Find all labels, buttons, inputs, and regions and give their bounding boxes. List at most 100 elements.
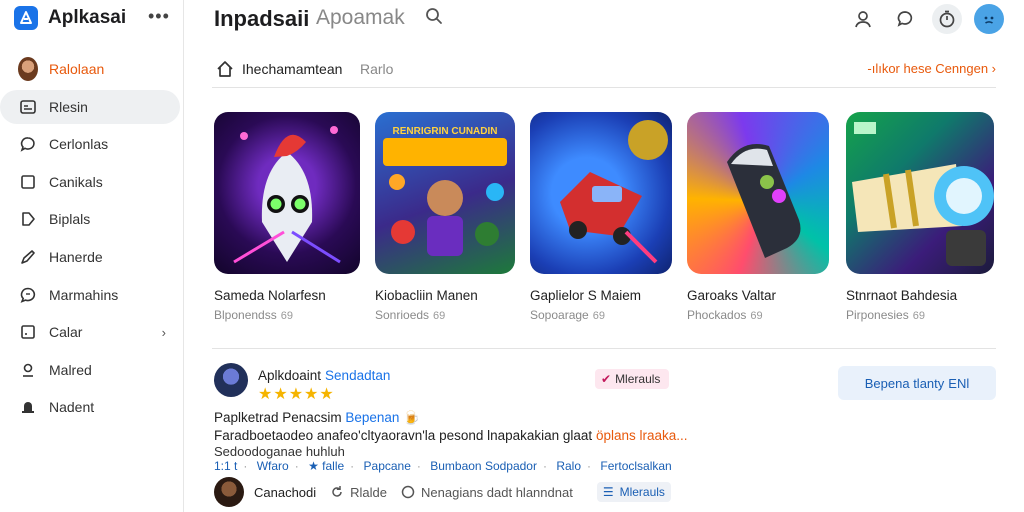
avatar[interactable]: [214, 363, 248, 397]
age-badge: 69: [433, 310, 446, 322]
app-card[interactable]: Sameda Nolarfesn Blponendss 69: [214, 112, 360, 322]
profile-avatar-icon[interactable]: [974, 4, 1004, 34]
pen-icon: [18, 247, 38, 267]
message-icon: [18, 285, 38, 305]
status-badge[interactable]: ✔ Mlerauls: [595, 369, 669, 389]
chevron-right-icon[interactable]: ›: [162, 325, 166, 340]
separator: ·: [350, 459, 355, 473]
status-badge[interactable]: ☰ Mlerauls: [596, 482, 671, 502]
timer-icon[interactable]: [932, 4, 962, 34]
sidebar-item-nadent[interactable]: Nadent: [0, 390, 180, 424]
sidebar-item-label: Nadent: [49, 399, 95, 416]
app-name: Stnrnaot Bahdesia: [846, 288, 958, 303]
app-thumbnail[interactable]: [846, 112, 994, 274]
sidebar-item-label: Cerlonlas: [49, 136, 109, 153]
refresh-icon: [332, 486, 342, 497]
app-name: Sameda Nolarfesn: [214, 288, 326, 303]
tag-link[interactable]: 1:1 t: [214, 459, 237, 473]
app-thumbnail[interactable]: [687, 112, 829, 274]
age-badge: 69: [912, 310, 925, 322]
review-body-text: Faradboetaodeo anafeo'cltyaoravn'la peso…: [214, 428, 593, 443]
sidebar-item-label: Hanerde: [49, 248, 103, 265]
review-body: Faradboetaodeo anafeo'cltyaoravn'la peso…: [214, 428, 688, 443]
window-icon: [18, 97, 38, 117]
app-card[interactable]: RENRIGRIN CUNADIN Kiobacliin Manen Sonri…: [375, 112, 515, 322]
see-more-link[interactable]: -ılıkor hese Cenngen ›: [867, 61, 996, 76]
home-icon[interactable]: [214, 58, 236, 85]
search-input[interactable]: Apoamak: [316, 6, 405, 30]
sidebar-item-rlesin[interactable]: Rlesin: [0, 89, 180, 124]
user-icon[interactable]: [848, 4, 878, 34]
avatar[interactable]: [214, 477, 244, 507]
reviewer-name-text: Aplkdoaint: [258, 368, 322, 383]
sidebar-item-calar[interactable]: Calar ›: [0, 315, 180, 349]
app-name: Garoaks Valtar: [687, 288, 777, 303]
author-name[interactable]: Canachodi: [254, 485, 316, 500]
review-title-link[interactable]: Bepenan: [345, 410, 399, 425]
tag-link[interactable]: ★ falle: [308, 459, 344, 473]
separator: ·: [542, 459, 547, 473]
tag-link[interactable]: Papcane: [364, 459, 411, 473]
tag-link[interactable]: Ralo: [556, 459, 581, 473]
sidebar-item-profile[interactable]: Ralolaan: [0, 52, 180, 86]
search-icon[interactable]: [424, 6, 444, 31]
review-title: Paplketrad Penacsim Bepenan 🍺: [214, 410, 420, 426]
sidebar-item-marmahins[interactable]: Marmahins: [0, 278, 180, 312]
sidebar-item-canikals[interactable]: Canikals: [0, 165, 180, 199]
reviewer-name: Aplkdoaint Sendadtan: [258, 368, 390, 383]
app-developer: Phockados: [687, 308, 747, 322]
tag-link[interactable]: Fertoclsalkan: [600, 459, 671, 473]
emoji-icon: 🍺: [403, 410, 420, 425]
more-horizontal-icon[interactable]: •••: [148, 6, 170, 27]
cta-label: Bepena tlanty: [864, 375, 945, 391]
app-developer: Blponendss: [214, 308, 277, 322]
sidebar-item-hanerde[interactable]: Hanerde: [0, 240, 180, 274]
section-subtitle[interactable]: Rarlo: [360, 61, 393, 77]
app-card[interactable]: Stnrnaot Bahdesia Pirponesies 69: [846, 112, 994, 322]
app-meta: Sonrioeds 69: [375, 308, 515, 322]
sidebar-item-malred[interactable]: Malred: [0, 353, 180, 387]
app-card[interactable]: Garoaks Valtar Phockados 69: [687, 112, 829, 322]
app-thumbnail[interactable]: [214, 112, 360, 274]
app-meta: Sopoarage 69: [530, 308, 672, 322]
review-title-text: Paplketrad Penacsim: [214, 410, 342, 425]
app-meta: Phockados 69: [687, 308, 829, 322]
chat-icon[interactable]: [890, 4, 920, 34]
chat-bubble-icon: [18, 134, 38, 154]
tag-link[interactable]: Bumbaon Sodpador: [430, 459, 537, 473]
circle-icon: [401, 485, 415, 499]
review-body-line2: Sedoodoganae huhluh: [214, 444, 345, 459]
app-developer: Pirponesies: [846, 308, 909, 322]
app-meta: Pirponesies 69: [846, 308, 994, 322]
brand[interactable]: Aplkasai: [14, 6, 126, 30]
sidebar-nav: Ralolaan Rlesin Cerlonlas Canikals Bipla…: [0, 52, 184, 428]
app-name: Aplkasai: [48, 7, 127, 28]
age-badge: 69: [750, 310, 763, 322]
reviewer-link[interactable]: Sendadtan: [325, 368, 390, 383]
sidebar-item-biplals[interactable]: Biplals: [0, 202, 180, 236]
like-button-label: Rlalde: [350, 484, 388, 500]
status-badge-label: Mlerauls: [615, 372, 661, 386]
reply-button[interactable]: Nenagians dadt hlanndnat: [401, 485, 573, 500]
page-title: Inpadsaii: [214, 6, 310, 31]
calendar-icon: [18, 322, 38, 342]
app-card[interactable]: Gaplielor S Maiem Sopoarage 69: [530, 112, 672, 322]
sidebar-item-cerlonlas[interactable]: Cerlonlas: [0, 127, 180, 161]
section-title: Ihechamamtean: [242, 61, 343, 77]
app-name: Kiobacliin Manen: [375, 288, 478, 303]
status-badge-label: Mlerauls: [619, 485, 665, 499]
app-thumbnail[interactable]: [530, 112, 672, 274]
app-name: Gaplielor S Maiem: [530, 288, 642, 303]
sidebar-item-label: Calar: [49, 324, 83, 341]
sidebar-item-label: Rlesin: [49, 98, 88, 115]
check-icon: ✔: [601, 372, 612, 386]
sidebar-item-label: Marmahins: [49, 286, 119, 303]
tag-icon: [18, 209, 38, 229]
sidebar-item-label: Canikals: [49, 173, 103, 190]
read-more-link[interactable]: öplans lraaka...: [596, 428, 688, 443]
tag-link[interactable]: Wfaro: [257, 459, 289, 473]
bell-icon: [18, 397, 38, 417]
review-cta-button[interactable]: Bepena tlanty ENl: [838, 366, 996, 400]
app-thumbnail[interactable]: RENRIGRIN CUNADIN: [375, 112, 515, 274]
like-button[interactable]: Rlalde: [330, 485, 387, 500]
